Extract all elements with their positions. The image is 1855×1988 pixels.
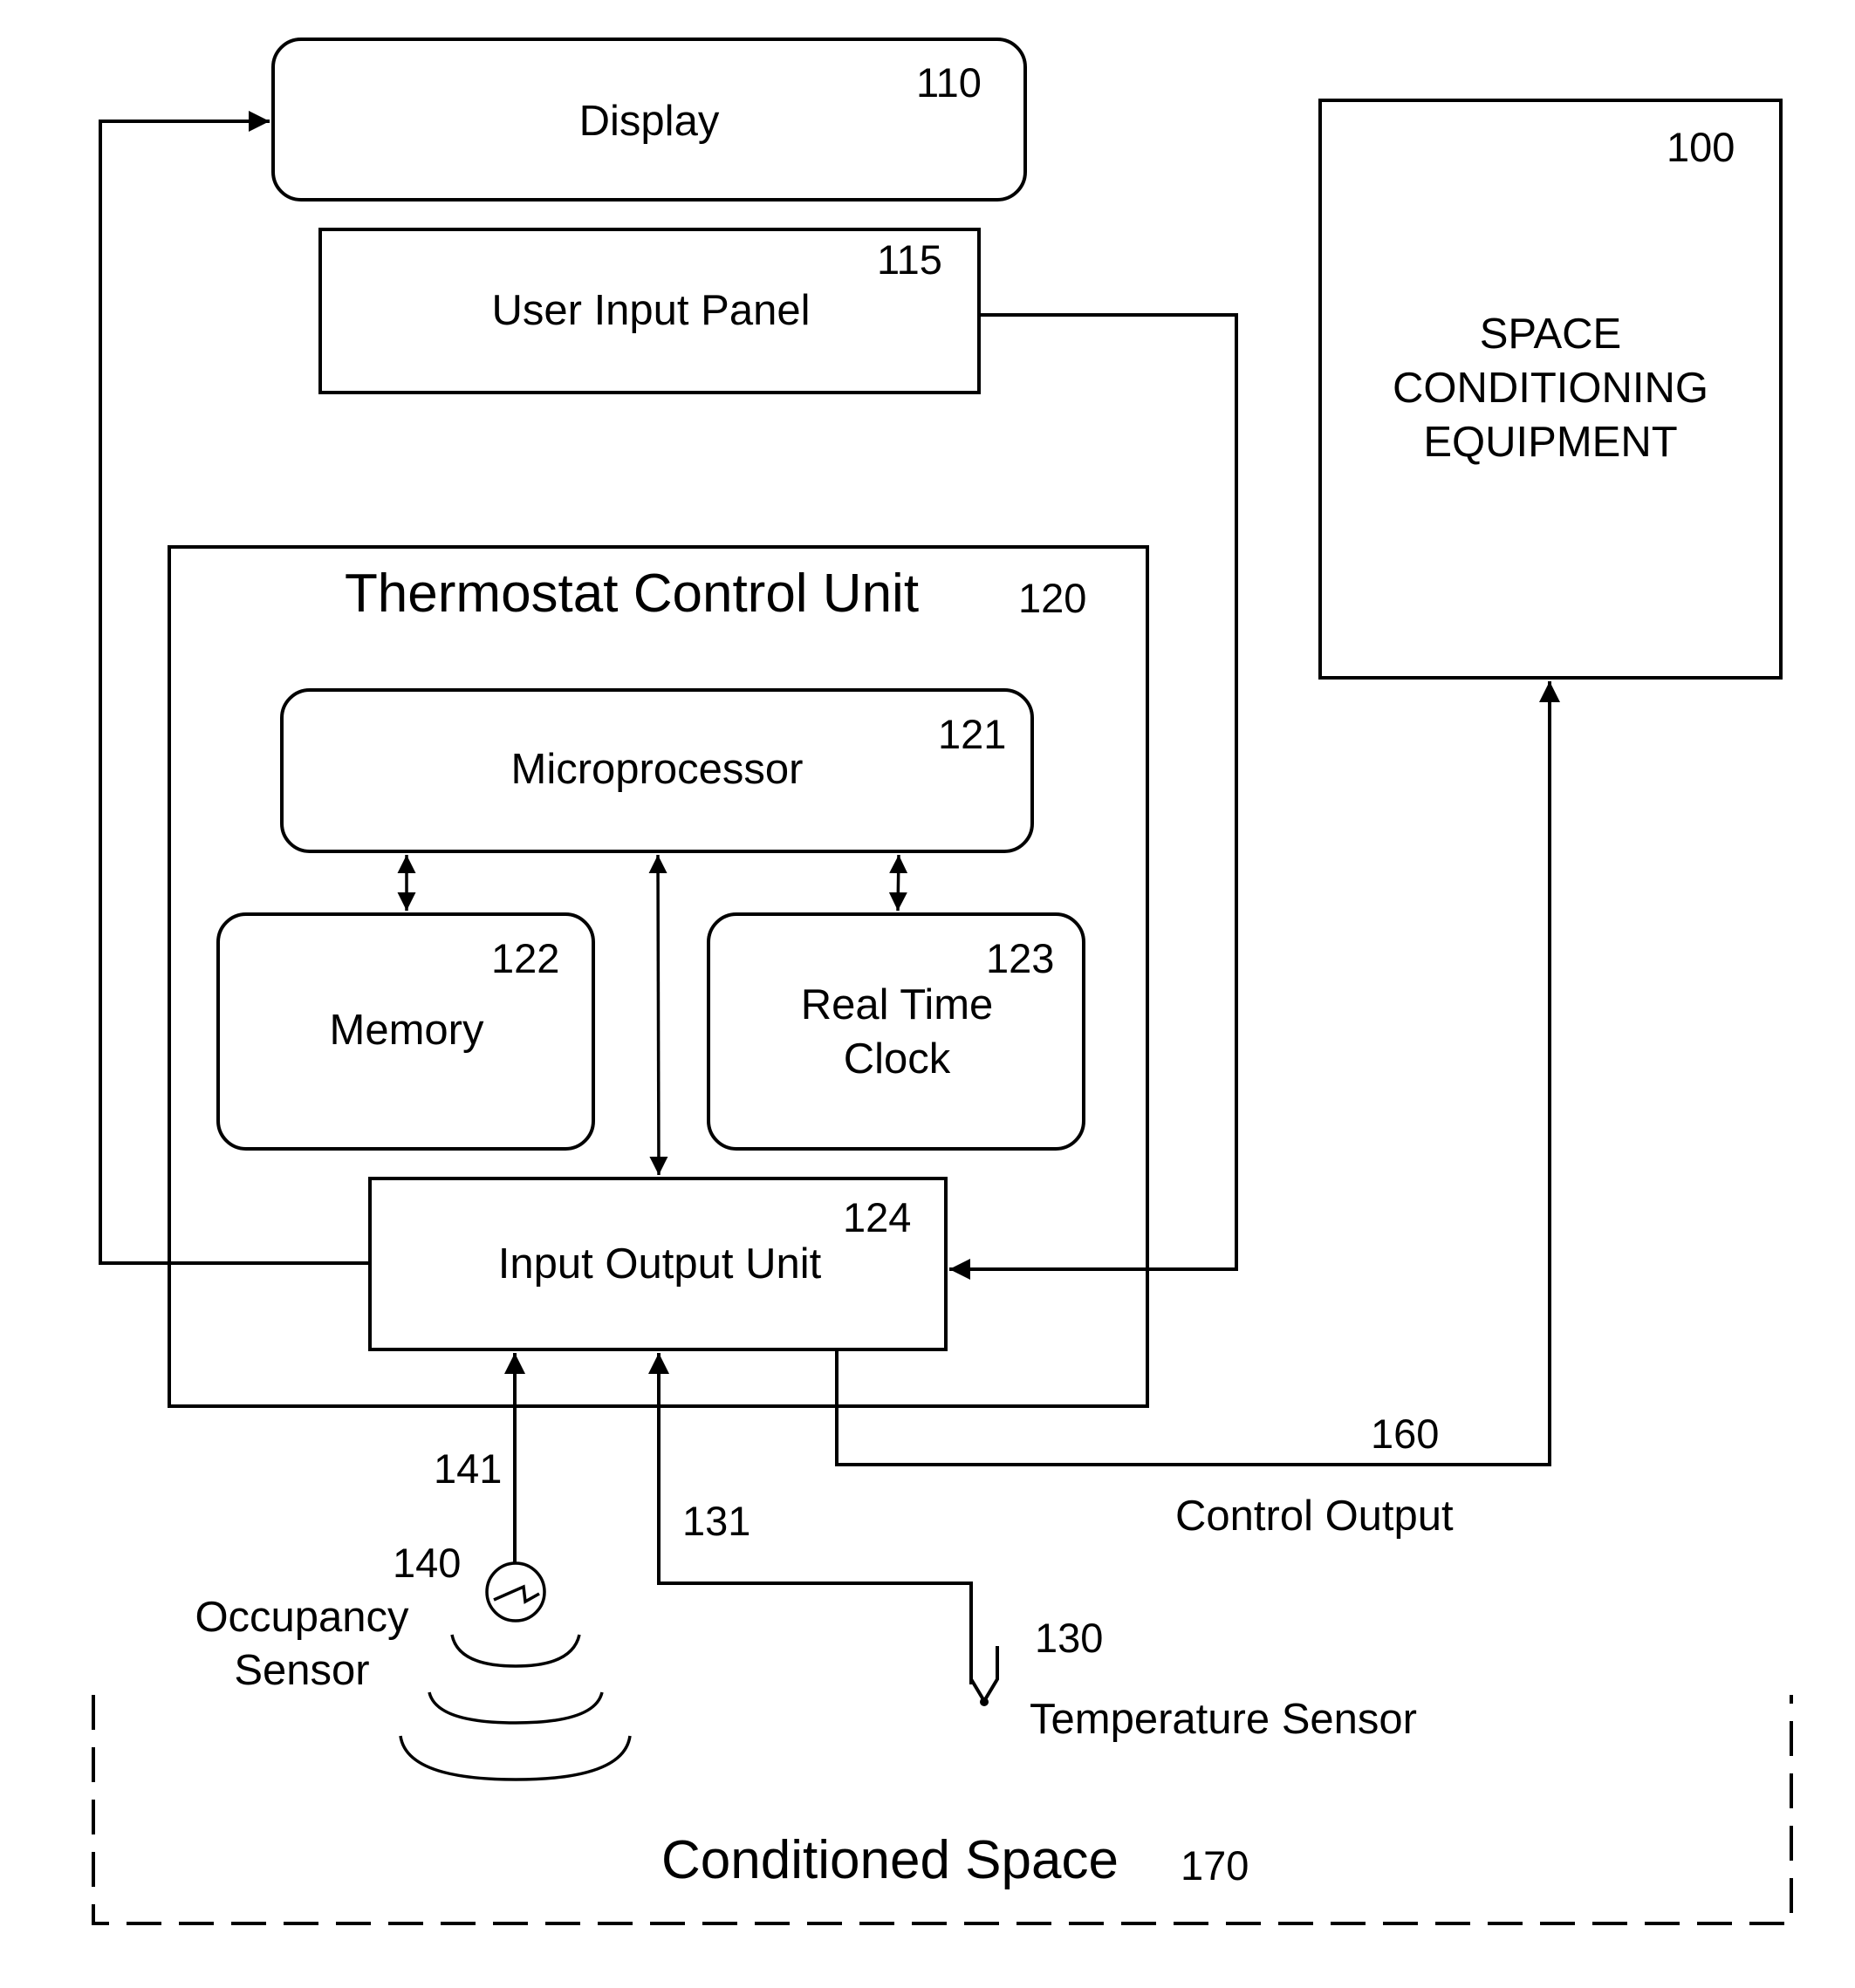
temperature-sensor-label: Temperature Sensor [1030, 1696, 1417, 1743]
real-time-clock-label-line-1: Real Time [801, 981, 994, 1028]
occupancy-sensor-label-line-2: Sensor [234, 1647, 369, 1694]
space-conditioning-label-line-3: EQUIPMENT [1423, 419, 1677, 466]
thermostat-control-unit-label: Thermostat Control Unit [345, 564, 919, 624]
memory-ref: 122 [491, 935, 559, 981]
memory-label: Memory [330, 1007, 484, 1054]
microprocessor-ref: 121 [938, 711, 1006, 757]
display-label: Display [579, 98, 720, 145]
conditioned-space-region: Conditioned Space 170 [92, 1695, 1793, 1925]
thermostat-control-unit-ref: 120 [1018, 575, 1086, 621]
real-time-clock-ref: 123 [986, 935, 1054, 981]
control-output-label: Control Output [1175, 1493, 1454, 1540]
memory-block: Memory 122 [216, 912, 595, 1151]
occupancy-sensor-ref: 140 [393, 1540, 461, 1586]
conditioned-space-label: Conditioned Space [661, 1830, 1119, 1890]
microprocessor-block: Microprocessor 121 [280, 688, 1034, 853]
input-output-unit-label: Input Output Unit [498, 1240, 822, 1288]
user-input-panel-block: User Input Panel 115 [318, 228, 981, 394]
real-time-clock-block: Real Time Clock 123 [707, 912, 1085, 1151]
thermocouple-probe-icon [969, 1646, 999, 1706]
occupancy-sensor-line-ref: 141 [434, 1445, 502, 1492]
temperature-sensor-line-ref: 131 [682, 1498, 750, 1544]
space-conditioning-label-line-2: CONDITIONING [1393, 365, 1708, 412]
user-input-panel-label: User Input Panel [492, 287, 811, 334]
control-output-ref: 160 [1371, 1411, 1439, 1457]
occupancy-sensor-label-line-1: Occupancy [195, 1594, 409, 1641]
display-ref: 110 [916, 59, 982, 106]
conditioned-space-ref: 170 [1181, 1842, 1249, 1889]
display-block: Display 110 [271, 38, 1027, 202]
real-time-clock-label-line-2: Clock [844, 1035, 951, 1083]
space-conditioning-equipment-block: SPACE CONDITIONING EQUIPMENT 100 [1318, 99, 1783, 680]
thermostat-block-diagram: Conditioned Space 170 Display 110 User I… [92, 38, 1793, 1925]
rtc-bus-arrow [888, 854, 908, 912]
user-input-panel-ref: 115 [877, 236, 942, 283]
io-bus-arrow [648, 854, 668, 1176]
space-conditioning-label-line-1: SPACE [1480, 311, 1621, 358]
microprocessor-label: Microprocessor [511, 746, 804, 793]
input-output-unit-block: Input Output Unit 124 [368, 1177, 948, 1351]
space-conditioning-ref: 100 [1667, 124, 1735, 170]
temperature-sensor-ref: 130 [1035, 1615, 1103, 1661]
motion-sensor-icon [399, 1561, 632, 1781]
input-output-unit-ref: 124 [843, 1194, 911, 1240]
